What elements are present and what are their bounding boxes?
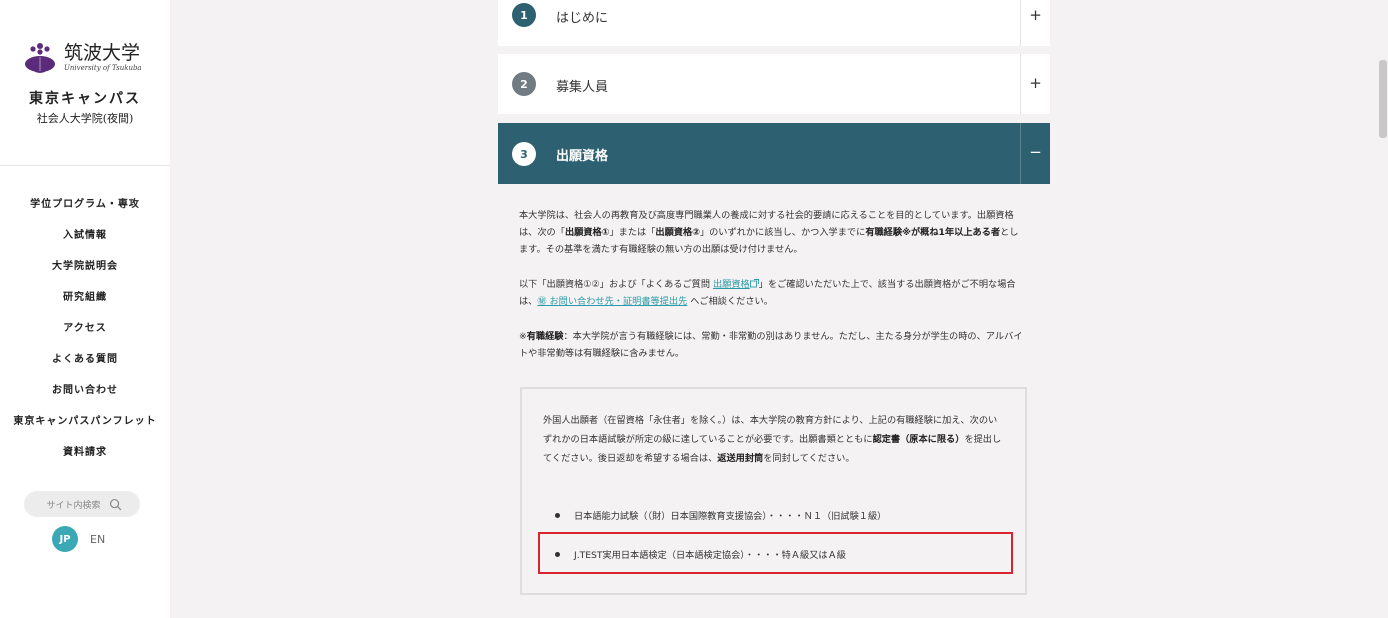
sidebar-nav: 学位プログラム・専攻 入試情報 大学院説明会 研究組織 アクセス よくある質問 …: [0, 196, 170, 475]
scrollbar-thumb[interactable]: [1379, 60, 1387, 138]
campus-subtitle: 社会人大学院(夜間): [36, 112, 134, 125]
site-search[interactable]: サイト内検索: [24, 491, 140, 517]
nav-item-access[interactable]: アクセス: [0, 320, 170, 351]
campus-name: 東京キャンパス: [29, 91, 141, 107]
bullet-icon: [555, 512, 560, 518]
accordion-item-intro[interactable]: 1 はじめに +: [498, 0, 1050, 46]
accordion-number: 1: [512, 3, 536, 27]
language-switcher: JP EN: [52, 526, 105, 552]
text-span: 以下「出願資格①②」および「よくあるご質問: [519, 279, 713, 290]
list-item: 日本語能力試験（（財）日本国際教育支援協会）・・・・Ｎ１（旧試験１級）: [555, 508, 886, 522]
lang-jp-button[interactable]: JP: [52, 526, 78, 552]
nav-item-info-sessions[interactable]: 大学院説明会: [0, 258, 170, 289]
accordion-title: はじめに: [556, 11, 609, 26]
nav-item-faq[interactable]: よくある質問: [0, 351, 170, 382]
nav-item-research-org[interactable]: 研究組織: [0, 289, 170, 320]
university-logo[interactable]: 筑波大学 University of Tsukuba: [22, 40, 142, 76]
bold-text: 有職経験※が概ね1年以上ある者: [865, 227, 1001, 238]
text-span: ※: [519, 331, 527, 342]
faq-eligibility-link[interactable]: 出願資格: [713, 279, 750, 290]
search-icon[interactable]: [109, 498, 122, 511]
foreign-applicant-text: 外国人出願者（在留資格「永住者」を除く。）は、本大学院の教育方針により、上記の有…: [543, 411, 1005, 468]
bold-text: 出願資格②: [655, 227, 700, 238]
contact-link[interactable]: ㊙ お問い合わせ先・証明書等提出先: [537, 296, 687, 307]
eligibility-faq-paragraph: 以下「出願資格①②」および「よくあるご質問 出願資格 」をご確認いただいた上で、該…: [519, 276, 1027, 310]
bold-text: 有職経験: [526, 331, 564, 342]
bold-text: 認定書（原本に限る）: [872, 434, 965, 445]
accordion-title: 出願資格: [556, 149, 609, 164]
text-span: を同封してください。: [763, 453, 855, 464]
nav-item-contact[interactable]: お問い合わせ: [0, 382, 170, 413]
accordion-title: 募集人員: [556, 80, 609, 95]
accordion-item-capacity[interactable]: 2 募集人員 +: [498, 54, 1050, 114]
expand-plus-icon[interactable]: +: [1021, 6, 1050, 24]
bold-text: 返送用封筒: [717, 453, 764, 464]
accordion-number: 2: [512, 72, 536, 96]
work-experience-note: ※有職経験：本大学院が言う有職経験には、常勤・非常勤の別はありません。ただし、主…: [519, 328, 1027, 362]
text-span: ：本大学院が言う有職経験には、常勤・非常勤の別はありません。ただし、主たる身分が…: [519, 331, 1023, 359]
bold-text: 出願資格①: [564, 227, 610, 238]
logo-japanese: 筑波大学: [64, 42, 141, 64]
lang-en-button[interactable]: EN: [90, 533, 105, 546]
sidebar: 筑波大学 University of Tsukuba 東京キャンパス 社会人大学…: [0, 0, 170, 618]
accordion-number: 3: [512, 142, 536, 166]
paulownia-crest-icon: [25, 43, 55, 73]
eligibility-intro-paragraph: 本大学院は、社会人の再教育及び高度専門職業人の養成に対する社会的要請に応えること…: [519, 207, 1027, 258]
nav-item-degree-programs[interactable]: 学位プログラム・専攻: [0, 196, 170, 227]
text-span: へご相談ください。: [687, 296, 773, 307]
sidebar-divider: [0, 165, 170, 166]
nav-item-pamphlet[interactable]: 東京キャンパスパンフレット: [0, 413, 170, 444]
list-item-text: 日本語能力試験（（財）日本国際教育支援協会）・・・・Ｎ１（旧試験１級）: [574, 511, 887, 522]
external-link-icon: [749, 279, 759, 288]
logo-english: University of Tsukuba: [64, 64, 142, 72]
expand-plus-icon[interactable]: +: [1021, 74, 1050, 92]
nav-item-request-materials[interactable]: 資料請求: [0, 444, 170, 475]
search-placeholder: サイト内検索: [46, 500, 101, 511]
text-span: 」のいずれかに該当し、かつ入学までに: [699, 227, 866, 238]
text-span: 」または「: [609, 227, 656, 238]
nav-item-admissions[interactable]: 入試情報: [0, 227, 170, 258]
highlight-box: [538, 532, 1013, 574]
collapse-minus-icon[interactable]: −: [1021, 143, 1050, 161]
accordion-item-eligibility[interactable]: 3 出願資格 −: [498, 123, 1050, 184]
